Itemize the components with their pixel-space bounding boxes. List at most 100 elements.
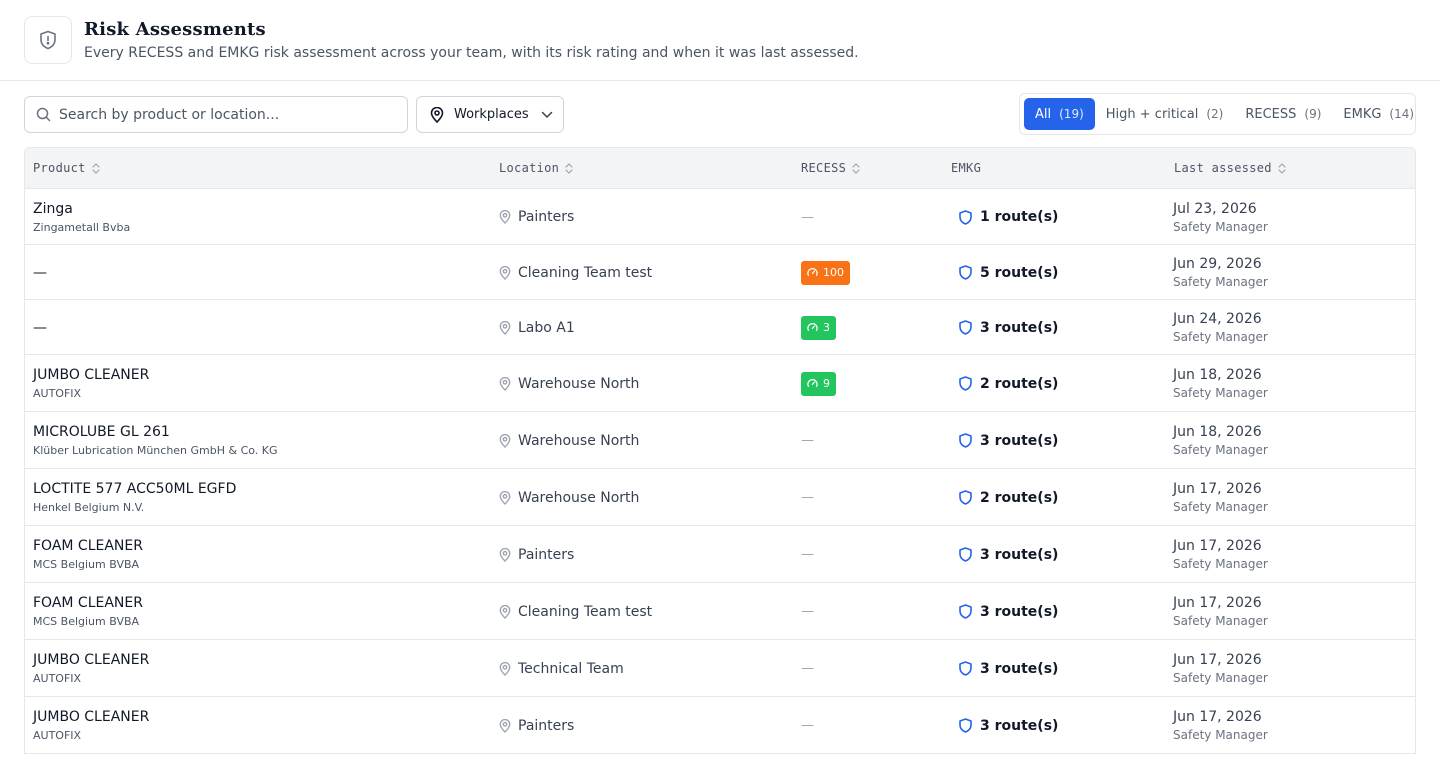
gauge-icon [807, 379, 818, 387]
recess-cell: 100 [801, 245, 850, 300]
product-name: — [33, 319, 47, 336]
sort-icon [1278, 162, 1286, 174]
map-pin-icon [499, 547, 511, 562]
table-row[interactable]: — Labo A1 3 3 route(s) Jun 24, 2026 Safety Ma… [25, 300, 1415, 355]
emkg-routes-link[interactable]: 1 route(s) [959, 209, 1058, 225]
recess-empty: — [801, 433, 814, 448]
column-label: Last assessed [1174, 161, 1272, 175]
column-label: Location [499, 161, 560, 175]
page-header: Risk Assessments Every RECESS and EMKG r… [0, 0, 1440, 81]
emkg-routes-link[interactable]: 3 route(s) [959, 547, 1058, 563]
last-assessed-cell: Jun 17, 2026 Safety Manager [1173, 640, 1268, 697]
table-row[interactable]: JUMBO CLEANER AUTOFIX Technical Team — 3 rou… [25, 640, 1415, 697]
emkg-routes-link[interactable]: 3 route(s) [959, 718, 1058, 734]
emkg-routes-link[interactable]: 3 route(s) [959, 604, 1058, 620]
recess-cell: — [801, 583, 814, 640]
column-header-recess[interactable]: RECESS [801, 161, 860, 175]
emkg-cell: 1 route(s) [959, 189, 1058, 245]
recess-cell: — [801, 640, 814, 697]
workplaces-dropdown[interactable]: Workplaces [416, 96, 564, 133]
product-cell: — [33, 245, 47, 300]
column-header-last-assessed[interactable]: Last assessed [1174, 161, 1286, 175]
table-row[interactable]: MICROLUBE GL 261 Klüber Lubrication Münch… [25, 412, 1415, 469]
location-name: Cleaning Team test [518, 264, 653, 281]
shield-icon [959, 604, 972, 619]
gauge-icon [807, 323, 818, 331]
location-cell: Labo A1 [499, 300, 575, 355]
assessed-date: Jun 17, 2026 [1173, 481, 1262, 497]
filter-high-critical[interactable]: High + critical (2) [1095, 98, 1235, 130]
product-cell: — [33, 300, 47, 355]
location-name: Labo A1 [518, 319, 575, 336]
emkg-routes-link[interactable]: 3 route(s) [959, 320, 1058, 336]
table-row[interactable]: FOAM CLEANER MCS Belgium BVBA Painters — 3 r… [25, 526, 1415, 583]
emkg-routes-link[interactable]: 5 route(s) [959, 265, 1058, 281]
filter-count: (9) [1304, 107, 1322, 121]
filter-count: (19) [1059, 107, 1084, 121]
recess-cell: — [801, 526, 814, 583]
table-row[interactable]: JUMBO CLEANER AUTOFIX Warehouse North 9 2 ro… [25, 355, 1415, 412]
recess-score-badge[interactable]: 3 [801, 315, 836, 340]
location-name: Warehouse North [518, 375, 640, 392]
shield-icon [959, 718, 972, 733]
emkg-routes: 3 route(s) [980, 660, 1059, 677]
table-row[interactable]: JUMBO CLEANER AUTOFIX Painters — 3 route(s) J… [25, 697, 1415, 754]
product-manufacturer: Zingametall Bvba [33, 220, 131, 234]
shield-icon [959, 433, 972, 448]
emkg-routes-link[interactable]: 2 route(s) [959, 376, 1058, 392]
location-name: Painters [518, 546, 575, 563]
filter-count: (2) [1206, 107, 1224, 121]
filter-emkg[interactable]: EMKG (14) [1332, 98, 1425, 130]
product-cell: JUMBO CLEANER AUTOFIX [33, 355, 149, 412]
table-row[interactable]: LOCTITE 577 ACC50ML EGFD Henkel Belgium N… [25, 469, 1415, 526]
assessor-name: Safety Manager [1173, 728, 1268, 742]
emkg-routes: 1 route(s) [980, 209, 1059, 225]
workplaces-label: Workplaces [454, 107, 529, 122]
table-row[interactable]: — Cleaning Team test 100 5 route(s) Jun 29, … [25, 245, 1415, 300]
recess-empty: — [801, 604, 814, 619]
location-cell: Warehouse North [499, 469, 639, 526]
sort-icon [92, 162, 100, 174]
filter-label: EMKG [1343, 106, 1382, 122]
product-cell: FOAM CLEANER MCS Belgium BVBA [33, 526, 143, 583]
recess-score: 100 [823, 266, 844, 279]
emkg-routes: 3 route(s) [980, 319, 1059, 336]
assessor-name: Safety Manager [1173, 443, 1268, 457]
recess-cell: 9 [801, 355, 836, 412]
location-name: Painters [518, 717, 575, 734]
product-name: — [33, 264, 47, 281]
shield-icon [959, 320, 972, 335]
assessor-name: Safety Manager [1173, 500, 1268, 514]
last-assessed-cell: Jun 18, 2026 Safety Manager [1173, 355, 1268, 412]
map-pin-icon [430, 106, 444, 123]
column-header-product[interactable]: Product [33, 161, 100, 175]
page-subtitle: Every RECESS and EMKG risk assessment ac… [84, 45, 859, 61]
recess-empty: — [801, 547, 814, 562]
emkg-cell: 2 route(s) [959, 355, 1058, 412]
emkg-routes-link[interactable]: 3 route(s) [959, 661, 1058, 677]
last-assessed-cell: Jun 24, 2026 Safety Manager [1173, 300, 1268, 355]
column-header-location[interactable]: Location [499, 161, 573, 175]
emkg-routes-link[interactable]: 3 route(s) [959, 433, 1058, 449]
assessor-name: Safety Manager [1173, 557, 1268, 571]
last-assessed-cell: Jun 17, 2026 Safety Manager [1173, 469, 1268, 526]
search-input[interactable] [59, 106, 379, 123]
table-row[interactable]: Zinga Zingametall Bvba Painters — 1 route(s)… [25, 189, 1415, 245]
recess-score-badge[interactable]: 9 [801, 371, 836, 396]
assessed-date: Jun 17, 2026 [1173, 538, 1262, 554]
table-row[interactable]: FOAM CLEANER MCS Belgium BVBA Cleaning Tea… [25, 583, 1415, 640]
emkg-cell: 3 route(s) [959, 526, 1058, 583]
filter-recess[interactable]: RECESS (9) [1234, 98, 1332, 130]
recess-score-badge[interactable]: 100 [801, 260, 850, 285]
location-name: Warehouse North [518, 432, 640, 449]
emkg-routes: 2 route(s) [980, 489, 1059, 506]
location-cell: Cleaning Team test [499, 583, 652, 640]
filter-all[interactable]: All (19) [1024, 98, 1095, 130]
sort-icon [565, 162, 573, 174]
emkg-cell: 2 route(s) [959, 469, 1058, 526]
product-name: LOCTITE 577 ACC50ML EGFD [33, 481, 237, 497]
product-cell: LOCTITE 577 ACC50ML EGFD Henkel Belgium N… [33, 469, 236, 526]
product-cell: Zinga Zingametall Bvba [33, 189, 130, 245]
search-box[interactable] [24, 96, 408, 133]
emkg-routes-link[interactable]: 2 route(s) [959, 490, 1058, 506]
